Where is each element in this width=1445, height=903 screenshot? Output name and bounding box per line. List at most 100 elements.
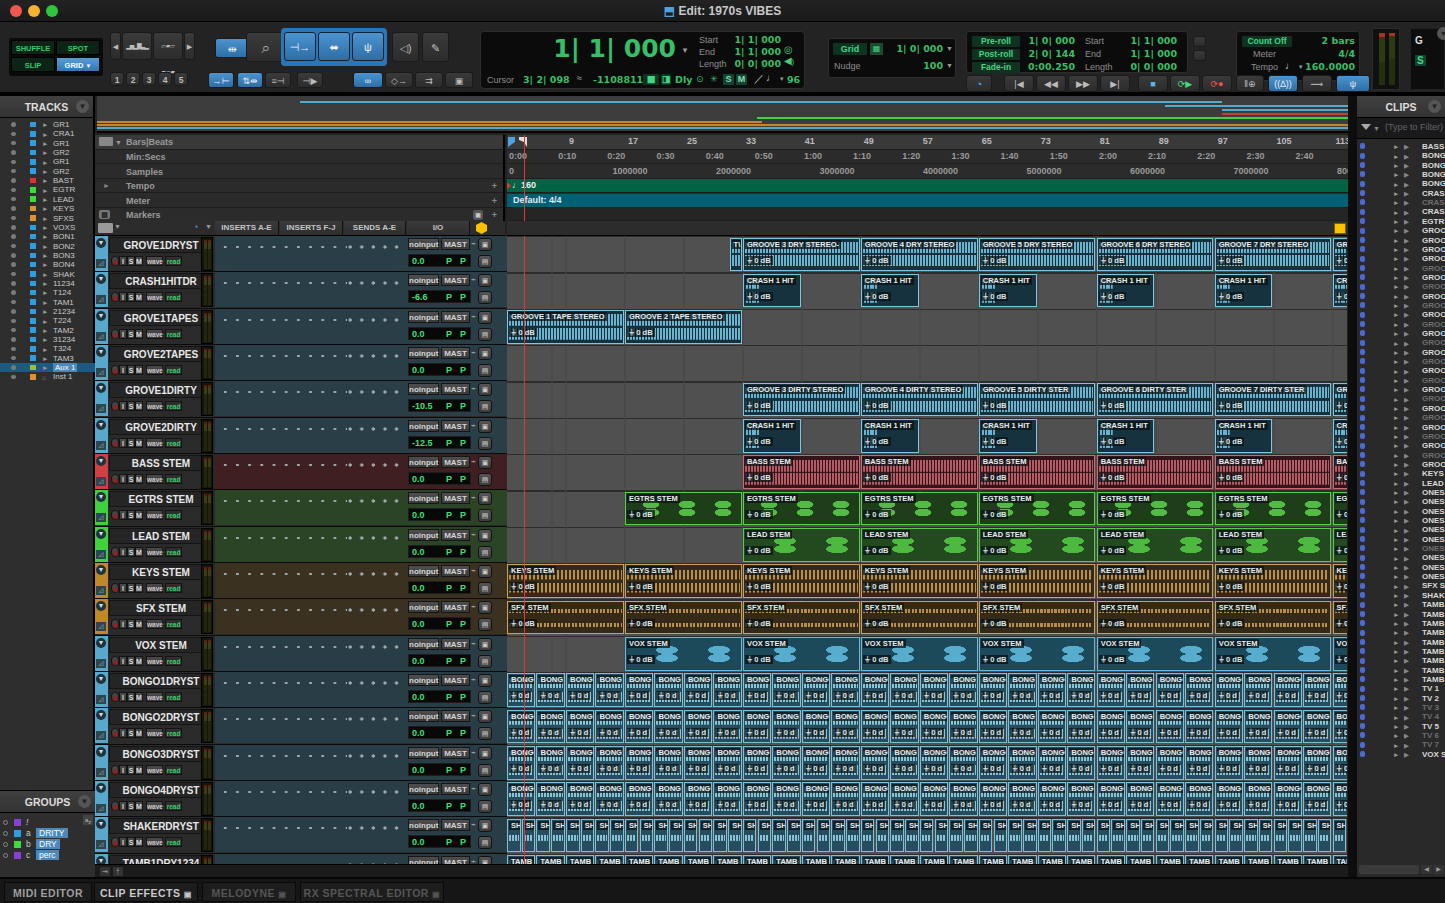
audio-clip[interactable]: SH [1215,819,1229,853]
audio-clip[interactable]: SH [743,819,757,853]
output-selector[interactable]: MAST [441,238,470,250]
clip-gain-label[interactable]: ⏚ 0 d [1187,691,1209,700]
automation-mode-button[interactable]: read [165,801,182,811]
clip-gain-label[interactable]: ⏚ 0 d [597,728,619,737]
audio-clip[interactable]: CRASH 1 HIT⏚ 0 dB [1333,419,1347,453]
track-name[interactable]: BONGO4DRYST [109,782,213,798]
audio-clip[interactable]: VOX STEM⏚ 0 dB [861,637,978,671]
clip-gain-label[interactable]: ⏚ 0 dB [1099,256,1127,265]
track-view-selector[interactable]: wave [146,547,163,557]
record-enable-button[interactable] [111,619,119,629]
clip-gain-label[interactable]: ⏚ 0 dB [981,510,1009,519]
volume-value[interactable]: -12.5 [412,438,433,448]
track-view-selector[interactable]: wave [146,801,163,811]
track-view-selector[interactable]: wave [146,256,163,266]
audio-clip[interactable]: BONGO 4 DRY⏚ 0 d [625,782,653,816]
audio-clip[interactable]: BONGO 1 DRY⏚ 0 d [949,673,977,707]
go-to-end-button[interactable]: ▶| [1100,75,1130,92]
clip-gain-label[interactable]: ⏚ 0 d [1187,800,1209,809]
track-list-item[interactable]: ►KEYS [0,204,95,213]
clip-gain-label[interactable]: ⏚ 0 d [627,800,649,809]
dly-label[interactable]: Dly [675,74,692,85]
audio-clip[interactable]: BONGO 2 DRY⏚ 0 d [1008,710,1036,744]
markers-extra-icon[interactable]: ▣ [473,210,483,220]
edge-dropdown[interactable]: ▼ [1437,27,1445,40]
track-show-dot[interactable] [11,122,16,127]
pan-left[interactable]: P [446,292,452,302]
clip-gain-label[interactable]: ⏚ 0 d [804,691,826,700]
clip-gain-label[interactable]: ⏚ 0 d [863,728,885,737]
clips-list-item[interactable]: ►▶GROOVE 1 DRY [1357,236,1445,245]
volume-value[interactable]: 0.0 [412,765,425,775]
audio-clip[interactable]: SH [846,819,860,853]
audio-clip[interactable]: SH [625,819,639,853]
clip-gain-label[interactable]: ⏚ 0 d [715,800,737,809]
audio-clip[interactable]: BONGO 3 DRY⏚ 0 d [1303,746,1331,780]
record-enable-button[interactable] [111,474,119,484]
audio-clip[interactable]: BASS STEM⏚ 0 dB [1333,455,1347,489]
group-sort-icon[interactable]: az [83,815,93,825]
mute-button[interactable]: M [135,692,143,702]
hscroll-icon-2[interactable]: ⭱ [113,867,123,876]
clip-gain-label[interactable]: ⏚ 0 d [568,728,590,737]
audio-clip[interactable]: BONGO 1 DRY⏚ 0 d [920,673,948,707]
input-selector[interactable]: noinput [408,274,439,286]
clip-gain-label[interactable]: ⏚ 0 d [892,800,914,809]
audio-clip[interactable]: LEAD STEM⏚ 0 dB [979,528,1096,562]
session-overview-strip[interactable] [97,96,1445,133]
vertical-scrollbar[interactable] [1348,96,1357,877]
pan-left[interactable]: P [446,656,452,666]
pan-left[interactable]: P [446,365,452,375]
clip-gain-label[interactable]: ⏚ 0 dB [1335,582,1347,591]
track-collapse-button[interactable]: ▼ [96,274,106,284]
input-selector[interactable]: noinput [408,529,439,541]
grid-dropdown[interactable]: ▼ [946,45,953,52]
audio-clip[interactable]: CRASH 1 HIT⏚ 0 dB [1097,419,1155,453]
track-view-icon[interactable]: ◿ [96,513,106,522]
clip-gain-label[interactable]: ⏚ 0 d [951,691,973,700]
audio-clip[interactable]: SH [654,819,668,853]
nudge-value[interactable]: 100 [887,60,943,71]
clip-gain-label[interactable]: ⏚ 0 dB [863,401,891,410]
audio-clip[interactable]: BONGO 2 DRY⏚ 0 d [1274,710,1302,744]
track-collapse-button[interactable]: ▼ [96,747,106,757]
clips-list-item[interactable]: ►▶TV 5 [1357,722,1445,731]
meter-marker[interactable]: Default: 4/4 [513,195,562,205]
clips-list-item[interactable]: ►▶TAMB 9 DRY [1357,675,1445,684]
track-list-item[interactable]: ►GR1 [0,139,95,148]
track-name[interactable]: GROVE2DIRTY [109,419,213,435]
track-view-selector[interactable]: wave [146,656,163,666]
audio-clip[interactable]: BONGO 4 DRY⏚ 0 d [802,782,830,816]
clip-gain-label[interactable]: ⏚ 0 d [538,764,560,773]
track-show-dot[interactable] [11,169,16,174]
solo-button[interactable]: S [127,692,135,702]
solo-button[interactable]: S [127,329,135,339]
audio-clip[interactable]: BONGO 2 DRY⏚ 0 d [831,710,859,744]
track-grid-icon[interactable] [98,223,113,233]
audio-clip[interactable]: SH [979,819,993,853]
audio-clip[interactable]: GROOVE 8 DRY STEREO⏚ 0 dB [1333,238,1347,272]
clip-gain-label[interactable]: ⏚ 0 d [1158,800,1180,809]
clips-list-item[interactable]: ►▶GROOVE 2 TAPE [1357,273,1445,282]
audio-clip[interactable]: GROOVE 2 TAPE STEREO⏚ 0 dB [625,310,742,344]
audio-clip[interactable]: CRASH 1 HIT⏚ 0 dB [1333,274,1347,308]
track-list-item[interactable]: ►T224 [0,316,95,325]
clips-list-item[interactable]: ►▶GROOVE 1 TAPE [1357,245,1445,254]
pan-right[interactable]: P [460,474,466,484]
track-list-item[interactable]: ►GR2 [0,148,95,157]
audio-clip[interactable]: BONGO 3 DRY⏚ 0 d [949,746,977,780]
clip-gain-label[interactable]: ⏚ 0 d [715,764,737,773]
audio-clip[interactable]: BONGO 4 DRY⏚ 0 d [595,782,623,816]
audio-clip[interactable]: BONGO 2 DRY⏚ 0 d [1038,710,1066,744]
clip-gain-label[interactable]: ⏚ 0 dB [509,619,537,628]
clip-gain-label[interactable]: ⏚ 0 d [1217,800,1239,809]
record-enable-button[interactable] [111,728,119,738]
zoom-out-button[interactable]: ◀ [110,32,121,60]
mute-button[interactable]: M [135,401,143,411]
filter-menu-caret[interactable]: ▼ [1373,125,1380,132]
clip-gain-label[interactable]: ⏚ 0 d [863,691,885,700]
audio-clip[interactable]: SH [1244,819,1258,853]
track-list-item[interactable]: ►GR1 [0,120,95,129]
sync-icons[interactable]: ⊙ ✳ [696,74,720,84]
audio-clip[interactable]: KEYS STEM⏚ 0 dB [1333,564,1347,598]
